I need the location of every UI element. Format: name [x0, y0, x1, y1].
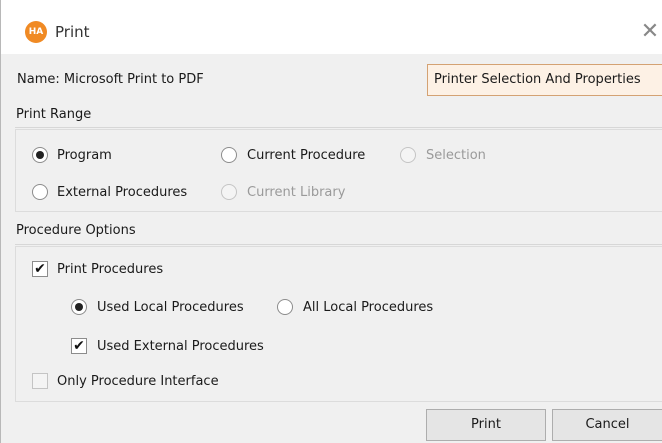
app-logo-icon: HA [25, 21, 47, 43]
title-bar: HA Print ✕ [1, 0, 662, 54]
radio-external-procedures[interactable] [32, 184, 48, 200]
print-range-label: Print Range [16, 107, 92, 122]
cancel-button[interactable]: Cancel [552, 409, 662, 441]
printer-name-label: Name: Microsoft Print to PDF [17, 72, 204, 87]
radio-dot [75, 303, 83, 311]
print-dialog: HA Print ✕ Name: Microsoft Print to PDF … [0, 0, 662, 443]
window-title: Print [55, 23, 90, 41]
radio-label-all-local-procedures: All Local Procedures [303, 300, 434, 315]
radio-label-external-procedures: External Procedures [57, 185, 188, 200]
printer-selection-button[interactable]: Printer Selection And Properties [427, 64, 662, 96]
close-icon[interactable]: ✕ [637, 18, 662, 46]
radio-all-local-procedures[interactable] [277, 299, 293, 315]
checkbox-label-used-external-procedures: Used External Procedures [97, 339, 264, 354]
radio-current-library[interactable] [221, 184, 237, 200]
radio-label-used-local-procedures: Used Local Procedures [97, 300, 244, 315]
checkbox-label-print-procedures: Print Procedures [57, 262, 164, 277]
radio-label-selection: Selection [426, 148, 486, 163]
radio-label-program: Program [57, 148, 112, 163]
radio-selection[interactable] [400, 147, 416, 163]
radio-used-local-procedures[interactable] [71, 299, 87, 315]
checkbox-only-procedure-interface[interactable] [32, 373, 48, 389]
procedure-options-label: Procedure Options [16, 223, 136, 238]
separator [15, 244, 662, 245]
separator [15, 127, 662, 128]
checkbox-print-procedures[interactable]: ✔ [32, 261, 48, 277]
radio-program[interactable] [32, 147, 48, 163]
radio-dot [36, 151, 44, 159]
checkbox-used-external-procedures[interactable]: ✔ [71, 338, 87, 354]
print-button[interactable]: Print [426, 409, 546, 441]
radio-label-current-procedure: Current Procedure [247, 148, 366, 163]
checkbox-label-only-procedure-interface: Only Procedure Interface [57, 374, 219, 389]
radio-current-procedure[interactable] [221, 147, 237, 163]
radio-label-current-library: Current Library [247, 185, 346, 200]
